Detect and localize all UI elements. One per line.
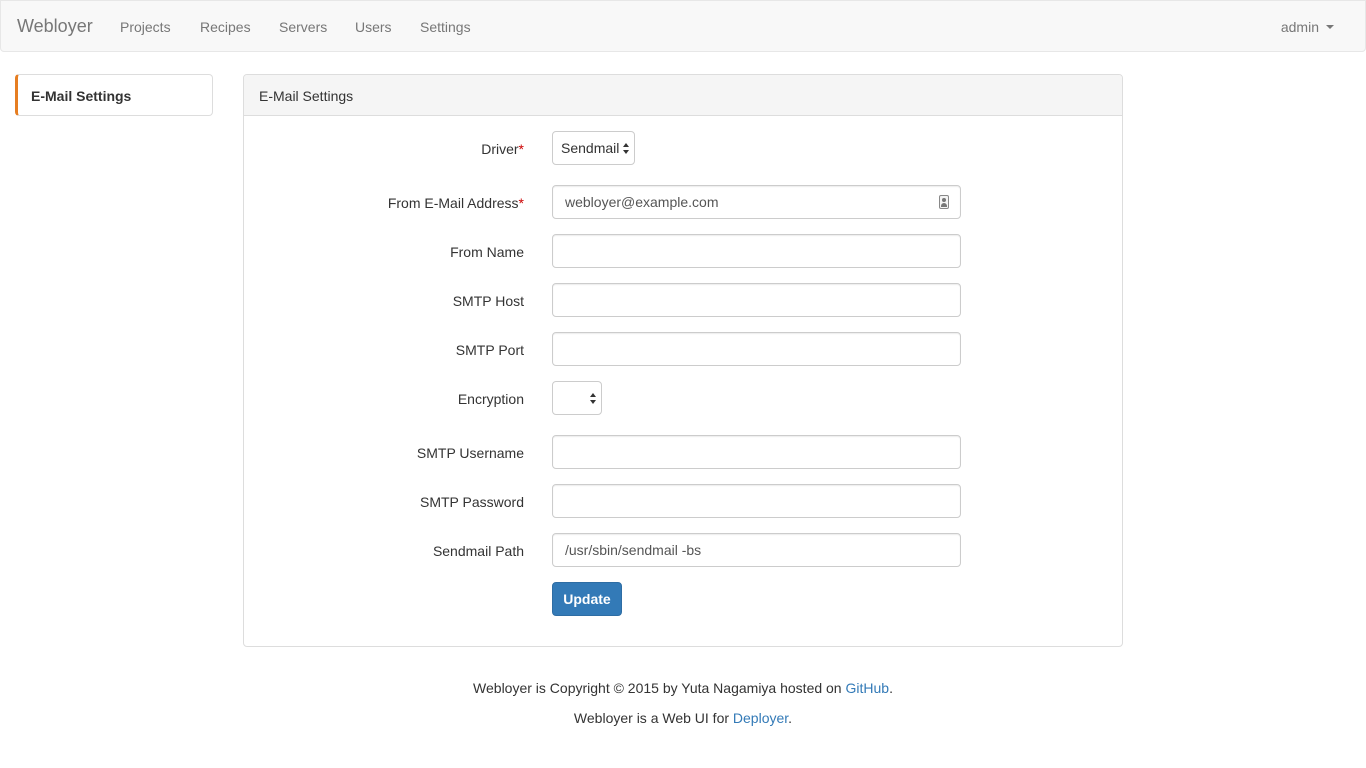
deployer-link[interactable]: Deployer [733,710,788,726]
nav-link-projects[interactable]: Projects [120,18,171,36]
smtp-username-input[interactable] [552,435,961,469]
email-settings-panel: E-Mail Settings Driver* Sendmail From E-… [243,74,1123,647]
panel-title: E-Mail Settings [259,88,354,104]
smtp-password-label: SMTP Password [420,494,524,510]
sidebar-item-email-settings[interactable]: E-Mail Settings [31,87,131,105]
nav-link-settings[interactable]: Settings [420,18,471,36]
footer-period: . [788,710,793,726]
from-name-input[interactable] [552,234,961,268]
contact-card-icon[interactable] [939,195,949,209]
driver-selected-value: Sendmail [561,140,620,156]
from-address-label-text: From E-Mail Address [387,195,519,211]
footer-period: . [889,680,893,696]
top-navbar: Webloyer Projects Recipes Servers Users … [0,0,1366,52]
smtp-username-label: SMTP Username [416,445,524,461]
nav-link-recipes[interactable]: Recipes [200,18,251,36]
driver-label-text: Driver [481,141,519,157]
sendmail-path-input[interactable]: /usr/sbin/sendmail -bs [552,533,961,567]
from-address-value: webloyer@example.com [565,194,719,210]
from-address-input[interactable]: webloyer@example.com [552,185,961,219]
caret-down-icon [1326,25,1334,29]
driver-label: Driver* [244,140,524,158]
from-address-label: From E-Mail Address* [244,194,524,212]
brand-link[interactable]: Webloyer [17,15,93,37]
encryption-label: Encryption [457,391,524,407]
smtp-host-label: SMTP Host [452,293,524,309]
footer-about: Webloyer is a Web UI for Deployer. [0,709,1366,727]
required-marker: * [518,195,524,211]
nav-link-users[interactable]: Users [355,18,392,36]
footer-copyright-text: Webloyer is Copyright © 2015 by Yuta Nag… [473,680,846,696]
select-arrows-icon [623,143,629,154]
smtp-host-input[interactable] [552,283,961,317]
encryption-select[interactable] [552,381,602,415]
github-link[interactable]: GitHub [846,680,890,696]
update-button[interactable]: Update [552,582,622,616]
nav-link-servers[interactable]: Servers [279,18,327,36]
panel-heading: E-Mail Settings [244,75,1122,116]
from-name-label: From Name [450,244,524,260]
footer-about-text: Webloyer is a Web UI for [573,710,733,726]
sendmail-path-label: Sendmail Path [432,543,524,559]
smtp-port-input[interactable] [552,332,961,366]
select-arrows-icon [590,393,596,404]
footer-copyright: Webloyer is Copyright © 2015 by Yuta Nag… [0,679,1366,697]
user-menu-label: admin [1280,19,1319,35]
smtp-port-label: SMTP Port [455,342,524,358]
required-marker: * [518,141,524,157]
sidebar-menu: E-Mail Settings [15,74,213,116]
smtp-password-input[interactable] [552,484,961,518]
driver-select[interactable]: Sendmail [552,131,635,165]
user-menu-dropdown[interactable]: admin [1281,18,1334,36]
